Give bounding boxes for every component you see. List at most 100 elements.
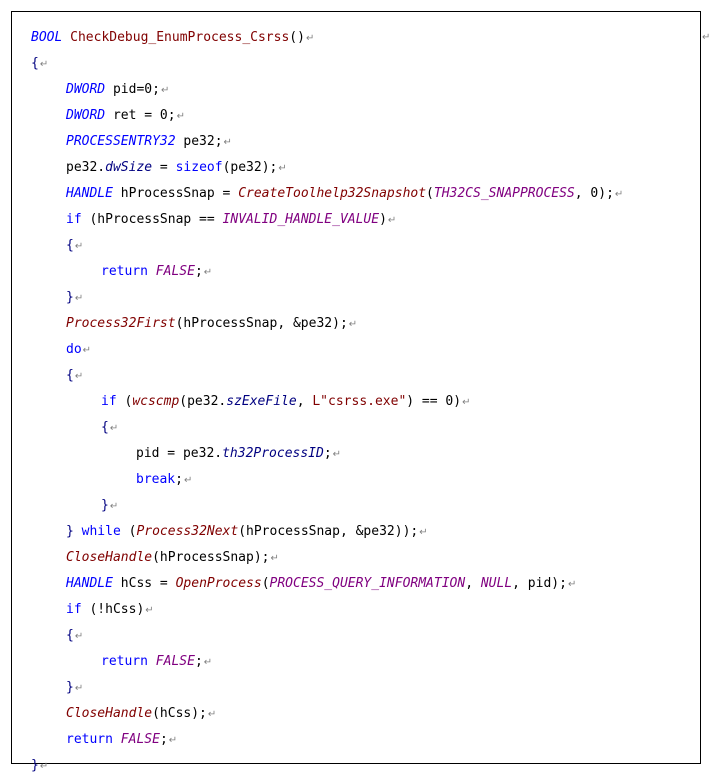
code-token: (!hCss) — [81, 602, 145, 617]
paragraph-mark: ↵ — [74, 293, 84, 304]
code-line: } while (Process32Next(hProcessSnap, &pe… — [31, 519, 623, 545]
code-token: HANDLE — [66, 576, 113, 591]
paragraph-mark: ↵ — [74, 371, 84, 382]
code-token: (hProcessSnap == — [81, 212, 223, 227]
code-token: CloseHandle — [66, 706, 153, 721]
code-token: { — [66, 238, 74, 253]
code-line: if (!hCss)↵ — [31, 597, 623, 623]
code-token: szExeFile — [226, 394, 297, 409]
code-token: OpenProcess — [175, 576, 262, 591]
code-token: ret = 0; — [105, 108, 176, 123]
code-line: BOOL CheckDebug_EnumProcess_Csrss()↵ — [31, 25, 623, 51]
paragraph-mark: ↵ — [109, 423, 119, 434]
code-block: BOOL CheckDebug_EnumProcess_Csrss()↵ {↵ DW… — [31, 25, 623, 776]
code-token: { — [66, 368, 74, 383]
code-line: {↵ — [31, 363, 623, 389]
code-line: return FALSE;↵ — [31, 259, 623, 285]
paragraph-mark: ↵ — [160, 85, 170, 96]
code-token: Process32Next — [136, 524, 239, 539]
code-token: (pe32); — [222, 160, 278, 175]
code-token: PROCESS_QUERY_INFORMATION — [269, 576, 466, 591]
code-token: CreateToolhelp32Snapshot — [238, 186, 427, 201]
code-token: CheckDebug_EnumProcess_Csrss — [70, 30, 290, 45]
code-token: return — [66, 732, 113, 747]
code-token: pe32; — [175, 134, 223, 149]
code-token: , — [296, 394, 313, 409]
code-token: } — [66, 680, 74, 695]
code-token: HANDLE — [66, 186, 113, 201]
paragraph-mark: ↵ — [387, 215, 397, 226]
code-line: }↵ — [31, 675, 623, 701]
paragraph-mark: ↵ — [74, 631, 84, 642]
code-block-frame: BOOL CheckDebug_EnumProcess_Csrss()↵ {↵ DW… — [11, 11, 701, 773]
code-token: pe32. — [66, 160, 106, 175]
code-token: break — [136, 472, 176, 487]
code-token: do — [66, 342, 82, 357]
code-token: ; — [194, 654, 203, 669]
code-token: hCss = — [112, 576, 176, 591]
code-token: , 0); — [574, 186, 614, 201]
paragraph-mark: ↵ — [168, 735, 178, 746]
paragraph-mark: ↵ — [39, 761, 49, 772]
paragraph-mark: ↵ — [614, 189, 624, 200]
paragraph-mark: ↵ — [203, 657, 213, 668]
document-page: BOOL CheckDebug_EnumProcess_Csrss()↵ {↵ DW… — [0, 0, 714, 776]
paragraph-mark: ↵ — [39, 59, 49, 70]
paragraph-mark: ↵ — [419, 527, 428, 538]
code-token: INVALID_HANDLE_VALUE — [222, 212, 380, 227]
code-token: FALSE — [120, 732, 160, 747]
code-token: TH32CS_SNAPPROCESS — [433, 186, 575, 201]
code-line: do↵ — [31, 337, 623, 363]
code-line: break;↵ — [31, 467, 623, 493]
code-token: ( — [261, 576, 270, 591]
code-line: if (wcscmp(pe32.szExeFile, L"csrss.exe")… — [31, 389, 623, 415]
paragraph-mark: ↵ — [270, 553, 279, 564]
code-token: BOOL — [31, 30, 63, 45]
code-token: return — [101, 654, 148, 669]
code-line: CloseHandle(hProcessSnap);↵ — [31, 545, 623, 571]
code-token: , — [465, 576, 481, 591]
code-line: return FALSE;↵ — [31, 649, 623, 675]
code-token: CloseHandle — [66, 550, 153, 565]
code-line: HANDLE hCss = OpenProcess(PROCESS_QUERY_… — [31, 571, 623, 597]
paragraph-mark: ↵ — [348, 319, 358, 330]
code-token: L"csrss.exe" — [312, 394, 407, 409]
code-token: dwSize — [105, 160, 153, 175]
code-token: hProcessSnap = — [112, 186, 239, 201]
code-token: return — [101, 264, 148, 279]
code-line: {↵ — [31, 233, 623, 259]
paragraph-mark: ↵ — [82, 345, 92, 356]
code-token: while — [81, 524, 121, 539]
code-token: NULL — [480, 576, 513, 591]
code-token: ; — [323, 446, 332, 461]
code-token: Process32First — [66, 316, 176, 331]
code-token: (hCss); — [152, 706, 207, 721]
code-token: pid=0; — [105, 82, 160, 97]
paragraph-mark: ↵ — [223, 137, 232, 148]
code-line: HANDLE hProcessSnap = CreateToolhelp32Sn… — [31, 181, 623, 207]
code-line: {↵ — [31, 623, 623, 649]
code-token: } — [101, 498, 109, 513]
code-token: DWORD — [66, 82, 106, 97]
paragraph-mark: ↵ — [183, 475, 193, 486]
code-line: if (hProcessSnap == INVALID_HANDLE_VALUE… — [31, 207, 623, 233]
paragraph-mark: ↵ — [305, 33, 315, 44]
code-token: (hProcessSnap, &pe32)); — [238, 524, 419, 539]
paragraph-mark: ↵ — [278, 163, 287, 174]
code-line: PROCESSENTRY32 pe32;↵ — [31, 129, 623, 155]
code-token: () — [289, 30, 305, 45]
code-token: , pid); — [512, 576, 567, 591]
code-line: }↵ — [31, 493, 623, 519]
code-line: CloseHandle(hCss);↵ — [31, 701, 623, 727]
code-line: }↵ — [31, 285, 623, 311]
code-line: pe32.dwSize = sizeof(pe32);↵ — [31, 155, 623, 181]
paragraph-mark: ↵ — [332, 449, 342, 460]
code-token: PROCESSENTRY32 — [66, 134, 176, 149]
code-token: ( — [116, 394, 133, 409]
code-token: (hProcessSnap); — [152, 550, 270, 565]
